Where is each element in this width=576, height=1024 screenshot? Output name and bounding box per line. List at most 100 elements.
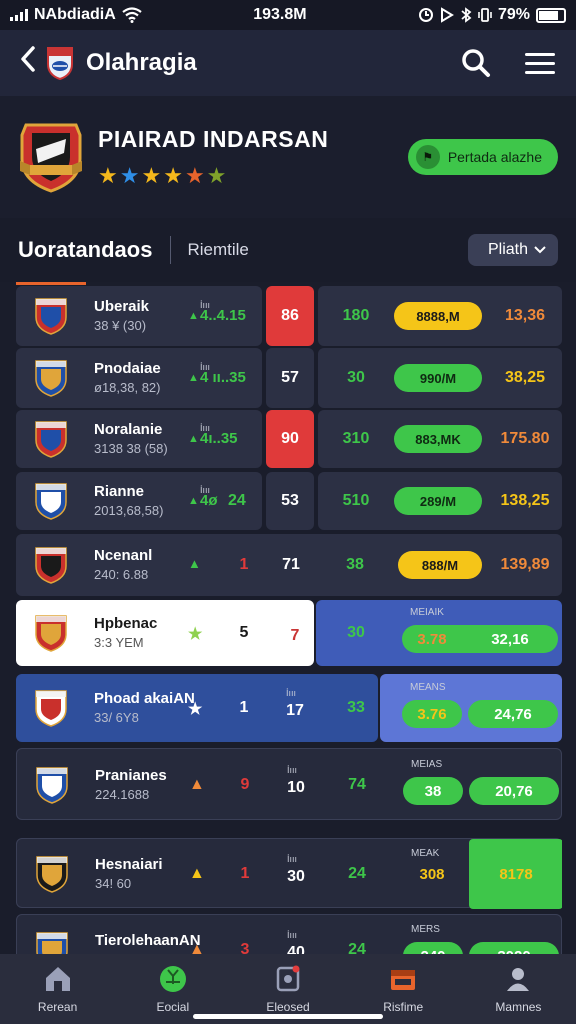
wins-value: 30 — [347, 624, 365, 641]
nav-home[interactable]: Rerean — [0, 954, 115, 1024]
wins-value: 310 — [342, 430, 370, 447]
score-pill[interactable]: 24,76 — [468, 700, 558, 728]
wifi-icon — [122, 7, 142, 23]
star-icon: ★ — [119, 162, 142, 188]
nav-profile[interactable]: Mamnes — [461, 954, 576, 1024]
points-pill[interactable]: 3.76 — [402, 700, 462, 728]
score-value: 13,36 — [504, 307, 546, 324]
table-row[interactable]: Hesnaiari 34! 60 İııı ▲ 1 30 24 MEAK 308 8178 — [16, 838, 562, 909]
battery-percent: 79% — [497, 6, 530, 23]
score-pill[interactable]: 32,16 — [462, 625, 558, 653]
table-row[interactable]: Pnodaiae ø18,38, 82) İııı ▲ 4 ıı..35 57 30 990/… — [16, 348, 562, 408]
stat-caption: İııı — [287, 765, 298, 775]
score-pill[interactable]: 3020 — [469, 942, 559, 954]
star-icon: ★ — [206, 162, 229, 188]
points-pill[interactable]: 8888,M — [394, 302, 482, 330]
tab-riemtile[interactable]: Riemtile — [187, 240, 467, 260]
search-icon — [462, 49, 490, 77]
star-icon: ★ — [98, 162, 120, 188]
stat-caption: İııı — [286, 688, 297, 698]
team-crest-icon — [36, 856, 68, 893]
table-row[interactable]: Phoad akaiAN 33/ 6Y8 İııı ★ 1 17 33 MEANS 3.76 24… — [16, 674, 562, 742]
menu-button[interactable] — [522, 45, 558, 81]
points-pill[interactable]: 3.78 — [402, 625, 462, 653]
wins-value: 180 — [342, 307, 370, 324]
trend-icon: ▲ — [189, 776, 205, 793]
points-pill[interactable]: 240 — [403, 942, 463, 954]
team-record: 224.1688 — [95, 787, 150, 802]
column-label: MEAK — [411, 848, 440, 859]
team-name: Hesnaiari — [95, 856, 163, 873]
team-record: 34! 60 — [95, 876, 132, 891]
points-pill[interactable]: 38 — [403, 777, 463, 805]
played-value: 40 — [287, 944, 305, 954]
team-name: PIAIRAD INDARSAN — [98, 125, 329, 152]
star-icon: ★ — [184, 162, 207, 188]
table-row[interactable]: Uberaik 38 ¥ (30) İııı ▲ 4..4.15 86 180 8888,M 1… — [16, 282, 562, 346]
column-label: MEIAIK — [410, 607, 444, 618]
form-value: 3 — [240, 941, 250, 954]
points-pill[interactable]: 990/M — [394, 364, 482, 392]
trend-icon: ▲ — [188, 310, 199, 322]
back-button[interactable] — [18, 45, 44, 81]
played-value: 17 — [286, 702, 304, 719]
form-value: 9 — [240, 776, 250, 793]
table-row[interactable]: Rianne 2013,68,58) İııı ▲ 4ø 53 510 24 289/M 138,… — [16, 472, 562, 530]
points-pill[interactable]: 308 — [401, 860, 463, 888]
score-pill[interactable]: 20,76 — [469, 777, 559, 805]
app-header: Olahragia — [0, 30, 576, 96]
team-name: Rianne — [94, 483, 145, 500]
team-name: Uberaik — [94, 298, 150, 315]
points-pill[interactable]: 888/M — [398, 551, 482, 579]
column-label: MEIAS — [411, 759, 443, 770]
table-row[interactable]: TierolehaanAN0.00 /0İııı▲34024MERS240302… — [16, 914, 562, 954]
table-row[interactable]: Hpbenac 3:3 YEM ★ 5 7 30 MEIAIK 3.78 32,16 — [16, 600, 562, 666]
home-indicator[interactable] — [193, 1014, 383, 1019]
form-value: 4..4.15 — [200, 307, 246, 324]
team-name: Pranianes — [95, 767, 167, 784]
signal-icon — [10, 9, 28, 21]
form-value: 1 — [240, 865, 250, 882]
team-crest-icon — [35, 615, 67, 652]
home-icon — [45, 967, 70, 991]
row-highlight — [16, 282, 86, 285]
filter-label: Pliath — [487, 241, 528, 258]
nfc-icon — [440, 7, 454, 23]
extra-value: 24 — [228, 492, 246, 509]
table-row[interactable]: Pranianes 224.1688 İııı ▲ 9 10 74 MEIAS 38 20,76 — [16, 748, 562, 820]
table-row[interactable]: Ncenanl 240: 6.88 ▲ 1 71 38 888/M 139,89 — [16, 534, 562, 596]
nav-label: Risfime — [383, 1000, 424, 1014]
table-row[interactable]: Noralanie 3138 38 (58) İııı ▲ 4ı..35 90 310 883… — [16, 410, 562, 468]
star-icon: ★ — [163, 162, 185, 188]
app-title: Olahragia — [86, 49, 197, 76]
divider — [170, 236, 172, 264]
nav-label: Eocial — [156, 1000, 190, 1014]
team-record: 2013,68,58) — [94, 503, 164, 518]
trend-icon: ★ — [188, 626, 203, 643]
form-value: 4ø — [200, 492, 218, 509]
played-value: 90 — [281, 430, 299, 447]
follow-icon: ⚑ — [415, 145, 440, 169]
vibrate-icon — [478, 8, 492, 22]
stat-caption: İııı — [287, 930, 298, 940]
search-button[interactable] — [458, 45, 494, 81]
column-label: MERS — [411, 924, 440, 935]
ball-icon — [159, 966, 186, 992]
points-pill[interactable]: 289/M — [394, 487, 482, 515]
profile-icon — [507, 968, 530, 991]
trend-icon: ▲ — [189, 941, 205, 954]
wins-value: 24 — [348, 941, 366, 954]
team-header: PIAIRAD INDARSAN ★★★★★★ ⚑ Pertada alazhe — [0, 96, 576, 218]
trend-icon: ▲ — [188, 433, 199, 445]
points-pill[interactable]: 883,MK — [394, 425, 482, 453]
score-pill[interactable]: 8178 — [469, 839, 562, 909]
team-rating-stars: ★★★★★★ — [98, 163, 408, 189]
follow-button[interactable]: ⚑ Pertada alazhe — [407, 139, 558, 175]
team-record: 33/ 6Y8 — [94, 710, 139, 725]
score-value: 38,25 — [504, 369, 546, 386]
wins-value: 33 — [347, 699, 365, 716]
form-value: 4ı..35 — [200, 430, 238, 447]
trend-icon: ▲ — [189, 865, 205, 882]
app-logo-icon — [47, 47, 73, 80]
filter-dropdown[interactable]: Pliath — [467, 234, 558, 266]
